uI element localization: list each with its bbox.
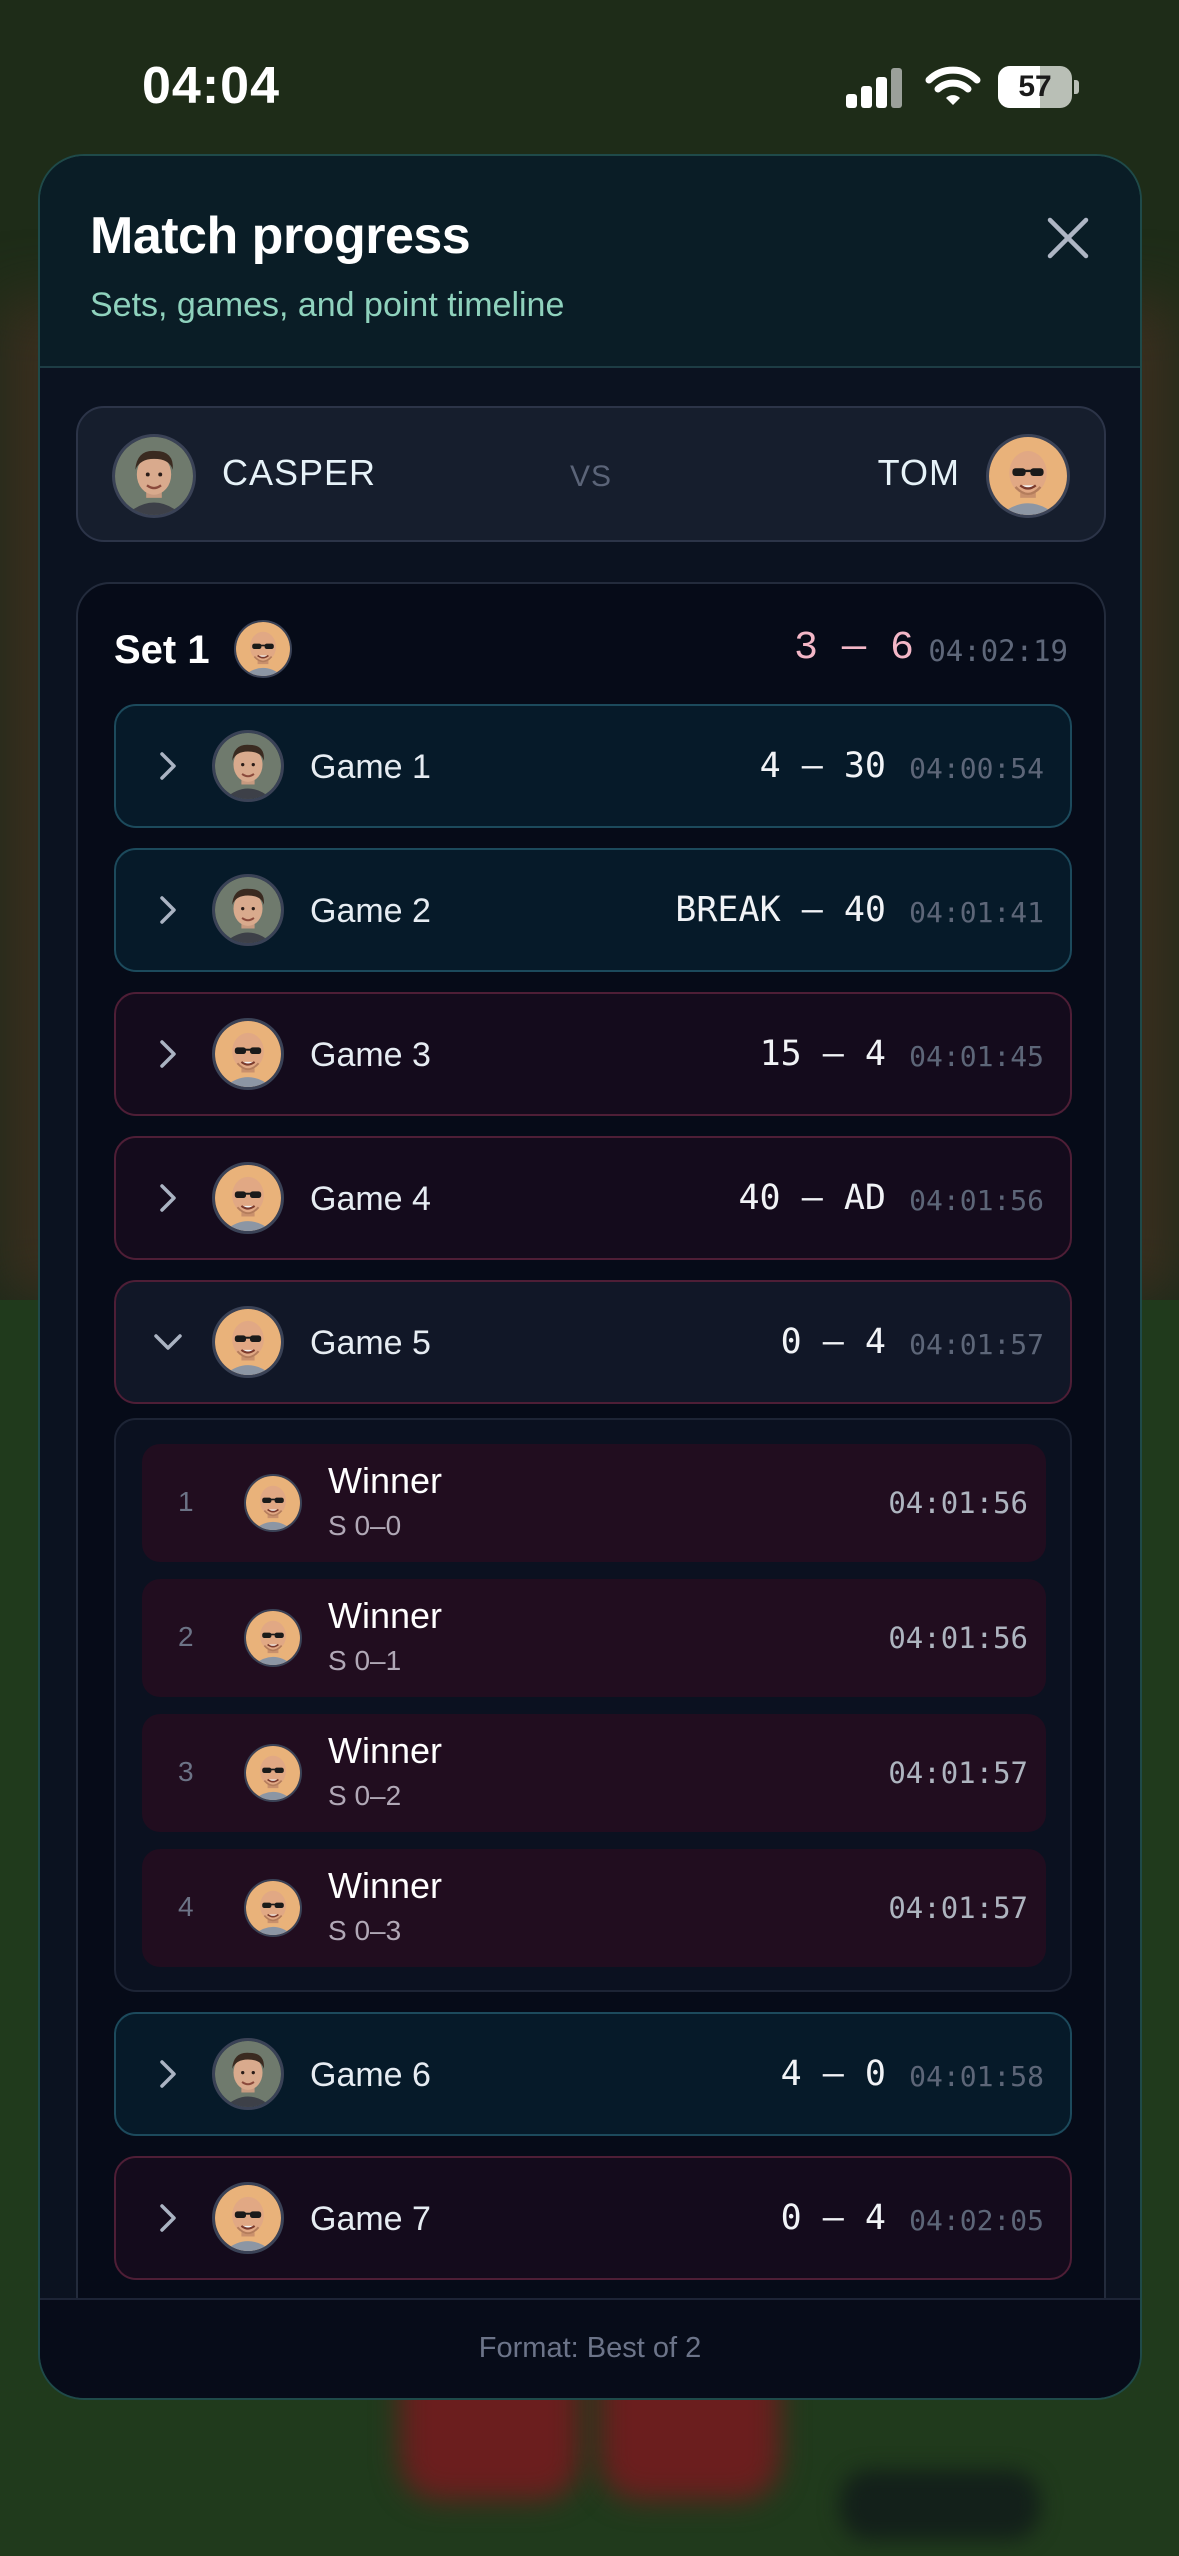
casper-avatar xyxy=(212,2038,284,2110)
tom-avatar xyxy=(212,1162,284,1234)
point-score: S 0–3 xyxy=(328,1915,402,1946)
point-time: 04:01:57 xyxy=(888,1756,1028,1790)
modal-title: Match progress xyxy=(90,207,471,265)
point-row: 4 Winner S 0–3 04:01:57 xyxy=(142,1849,1046,1967)
game-row[interactable]: Game 3 15 — 4 04:01:45 xyxy=(114,992,1072,1116)
game-row[interactable]: Game 4 40 — AD 04:01:56 xyxy=(114,1136,1072,1260)
game-row[interactable]: Game 2 BREAK — 40 04:01:41 xyxy=(114,848,1072,972)
point-score: S 0–0 xyxy=(328,1510,402,1541)
tom-avatar xyxy=(244,1474,302,1532)
game-label: Game 1 xyxy=(310,748,431,786)
game-time: 04:01:57 xyxy=(909,1328,1044,1361)
game-label: Game 4 xyxy=(310,1180,431,1218)
tom-avatar xyxy=(244,1879,302,1937)
chevron-right-icon xyxy=(150,2200,186,2236)
point-time: 04:01:56 xyxy=(888,1486,1028,1520)
point-type: Winner xyxy=(328,1730,443,1771)
point-row: 1 Winner S 0–0 04:01:56 xyxy=(142,1444,1046,1562)
point-index: 4 xyxy=(178,1891,194,1922)
point-row: 2 Winner S 0–1 04:01:56 xyxy=(142,1579,1046,1697)
game-score: 4 — 0 xyxy=(780,2054,886,2094)
wifi-icon xyxy=(925,66,981,105)
game-label: Game 5 xyxy=(310,1324,431,1362)
chevron-right-icon xyxy=(150,748,186,784)
game-time: 04:01:56 xyxy=(909,1184,1044,1217)
point-index: 3 xyxy=(178,1756,194,1787)
set-score: 3 — 6 xyxy=(793,626,914,671)
set-header: Set 1 3 — 6 04:02:19 xyxy=(78,584,1104,704)
battery-icon: 57 xyxy=(998,66,1079,108)
point-score: S 0–2 xyxy=(328,1780,402,1811)
chevron-right-icon xyxy=(150,1036,186,1072)
game-time: 04:00:54 xyxy=(909,752,1044,785)
point-type: Winner xyxy=(328,1865,443,1906)
tom-avatar xyxy=(244,1609,302,1667)
set-title: Set 1 xyxy=(114,628,210,672)
chevron-down-icon xyxy=(150,1324,186,1360)
point-index: 1 xyxy=(178,1486,194,1517)
casper-avatar xyxy=(212,730,284,802)
tom-avatar xyxy=(986,434,1070,518)
modal-subtitle: Sets, games, and point timeline xyxy=(90,286,565,324)
game-time: 04:01:45 xyxy=(909,1040,1044,1073)
point-type: Winner xyxy=(328,1595,443,1636)
tom-avatar xyxy=(212,1018,284,1090)
game-label: Game 6 xyxy=(310,2056,431,2094)
game-label: Game 7 xyxy=(310,2200,431,2238)
game-score: 0 — 4 xyxy=(780,1322,886,1362)
players-card: CASPER VS TOM xyxy=(76,406,1106,542)
tom-avatar xyxy=(244,1744,302,1802)
tom-avatar xyxy=(212,2182,284,2254)
modal-header: Match progress Sets, games, and point ti… xyxy=(40,156,1140,368)
set-time: 04:02:19 xyxy=(928,634,1068,668)
game-score: 40 — AD xyxy=(738,1178,886,1218)
format-footer: Format: Best of 2 xyxy=(40,2298,1140,2398)
game-score: BREAK — 40 xyxy=(675,890,886,930)
game-score: 4 — 30 xyxy=(759,746,886,786)
set-winner-avatar xyxy=(234,620,292,678)
match-progress-modal: Match progress Sets, games, and point ti… xyxy=(38,154,1142,2400)
game-row[interactable]: Game 7 0 — 4 04:02:05 xyxy=(114,2156,1072,2280)
game-time: 04:02:05 xyxy=(909,2204,1044,2237)
status-bar: 04:04 57 xyxy=(0,0,1179,150)
point-type: Winner xyxy=(328,1460,443,1501)
point-time: 04:01:57 xyxy=(888,1891,1028,1925)
point-score: S 0–1 xyxy=(328,1645,402,1676)
game-score: 15 — 4 xyxy=(759,1034,886,1074)
game-row[interactable]: Game 1 4 — 30 04:00:54 xyxy=(114,704,1072,828)
tom-avatar xyxy=(212,1306,284,1378)
game-row-expanded[interactable]: Game 5 0 — 4 04:01:57 xyxy=(114,1280,1072,1404)
game-label: Game 3 xyxy=(310,1036,431,1074)
set-card: Set 1 3 — 6 04:02:19 Game 1 4 — 30 04:00… xyxy=(76,582,1106,2300)
modal-body[interactable]: CASPER VS TOM Set 1 3 — 6 04:02:19 Game … xyxy=(40,368,1140,2300)
cellular-signal-icon xyxy=(846,68,904,108)
player-right-name: TOM xyxy=(877,452,960,493)
game-score: 0 — 4 xyxy=(780,2198,886,2238)
game-row[interactable]: Game 6 4 — 0 04:01:58 xyxy=(114,2012,1072,2136)
points-timeline: 1 Winner S 0–0 04:01:56 2 Winner S 0–1 0… xyxy=(114,1418,1072,1992)
chevron-right-icon xyxy=(150,1180,186,1216)
chevron-right-icon xyxy=(150,2056,186,2092)
game-time: 04:01:41 xyxy=(909,896,1044,929)
game-time: 04:01:58 xyxy=(909,2060,1044,2093)
status-time: 04:04 xyxy=(142,57,280,115)
chevron-right-icon xyxy=(150,892,186,928)
casper-avatar xyxy=(212,874,284,946)
point-row: 3 Winner S 0–2 04:01:57 xyxy=(142,1714,1046,1832)
game-label: Game 2 xyxy=(310,892,431,930)
point-time: 04:01:56 xyxy=(888,1621,1028,1655)
battery-percent: 57 xyxy=(1018,70,1052,103)
point-index: 2 xyxy=(178,1621,194,1652)
close-icon[interactable] xyxy=(1036,206,1100,270)
